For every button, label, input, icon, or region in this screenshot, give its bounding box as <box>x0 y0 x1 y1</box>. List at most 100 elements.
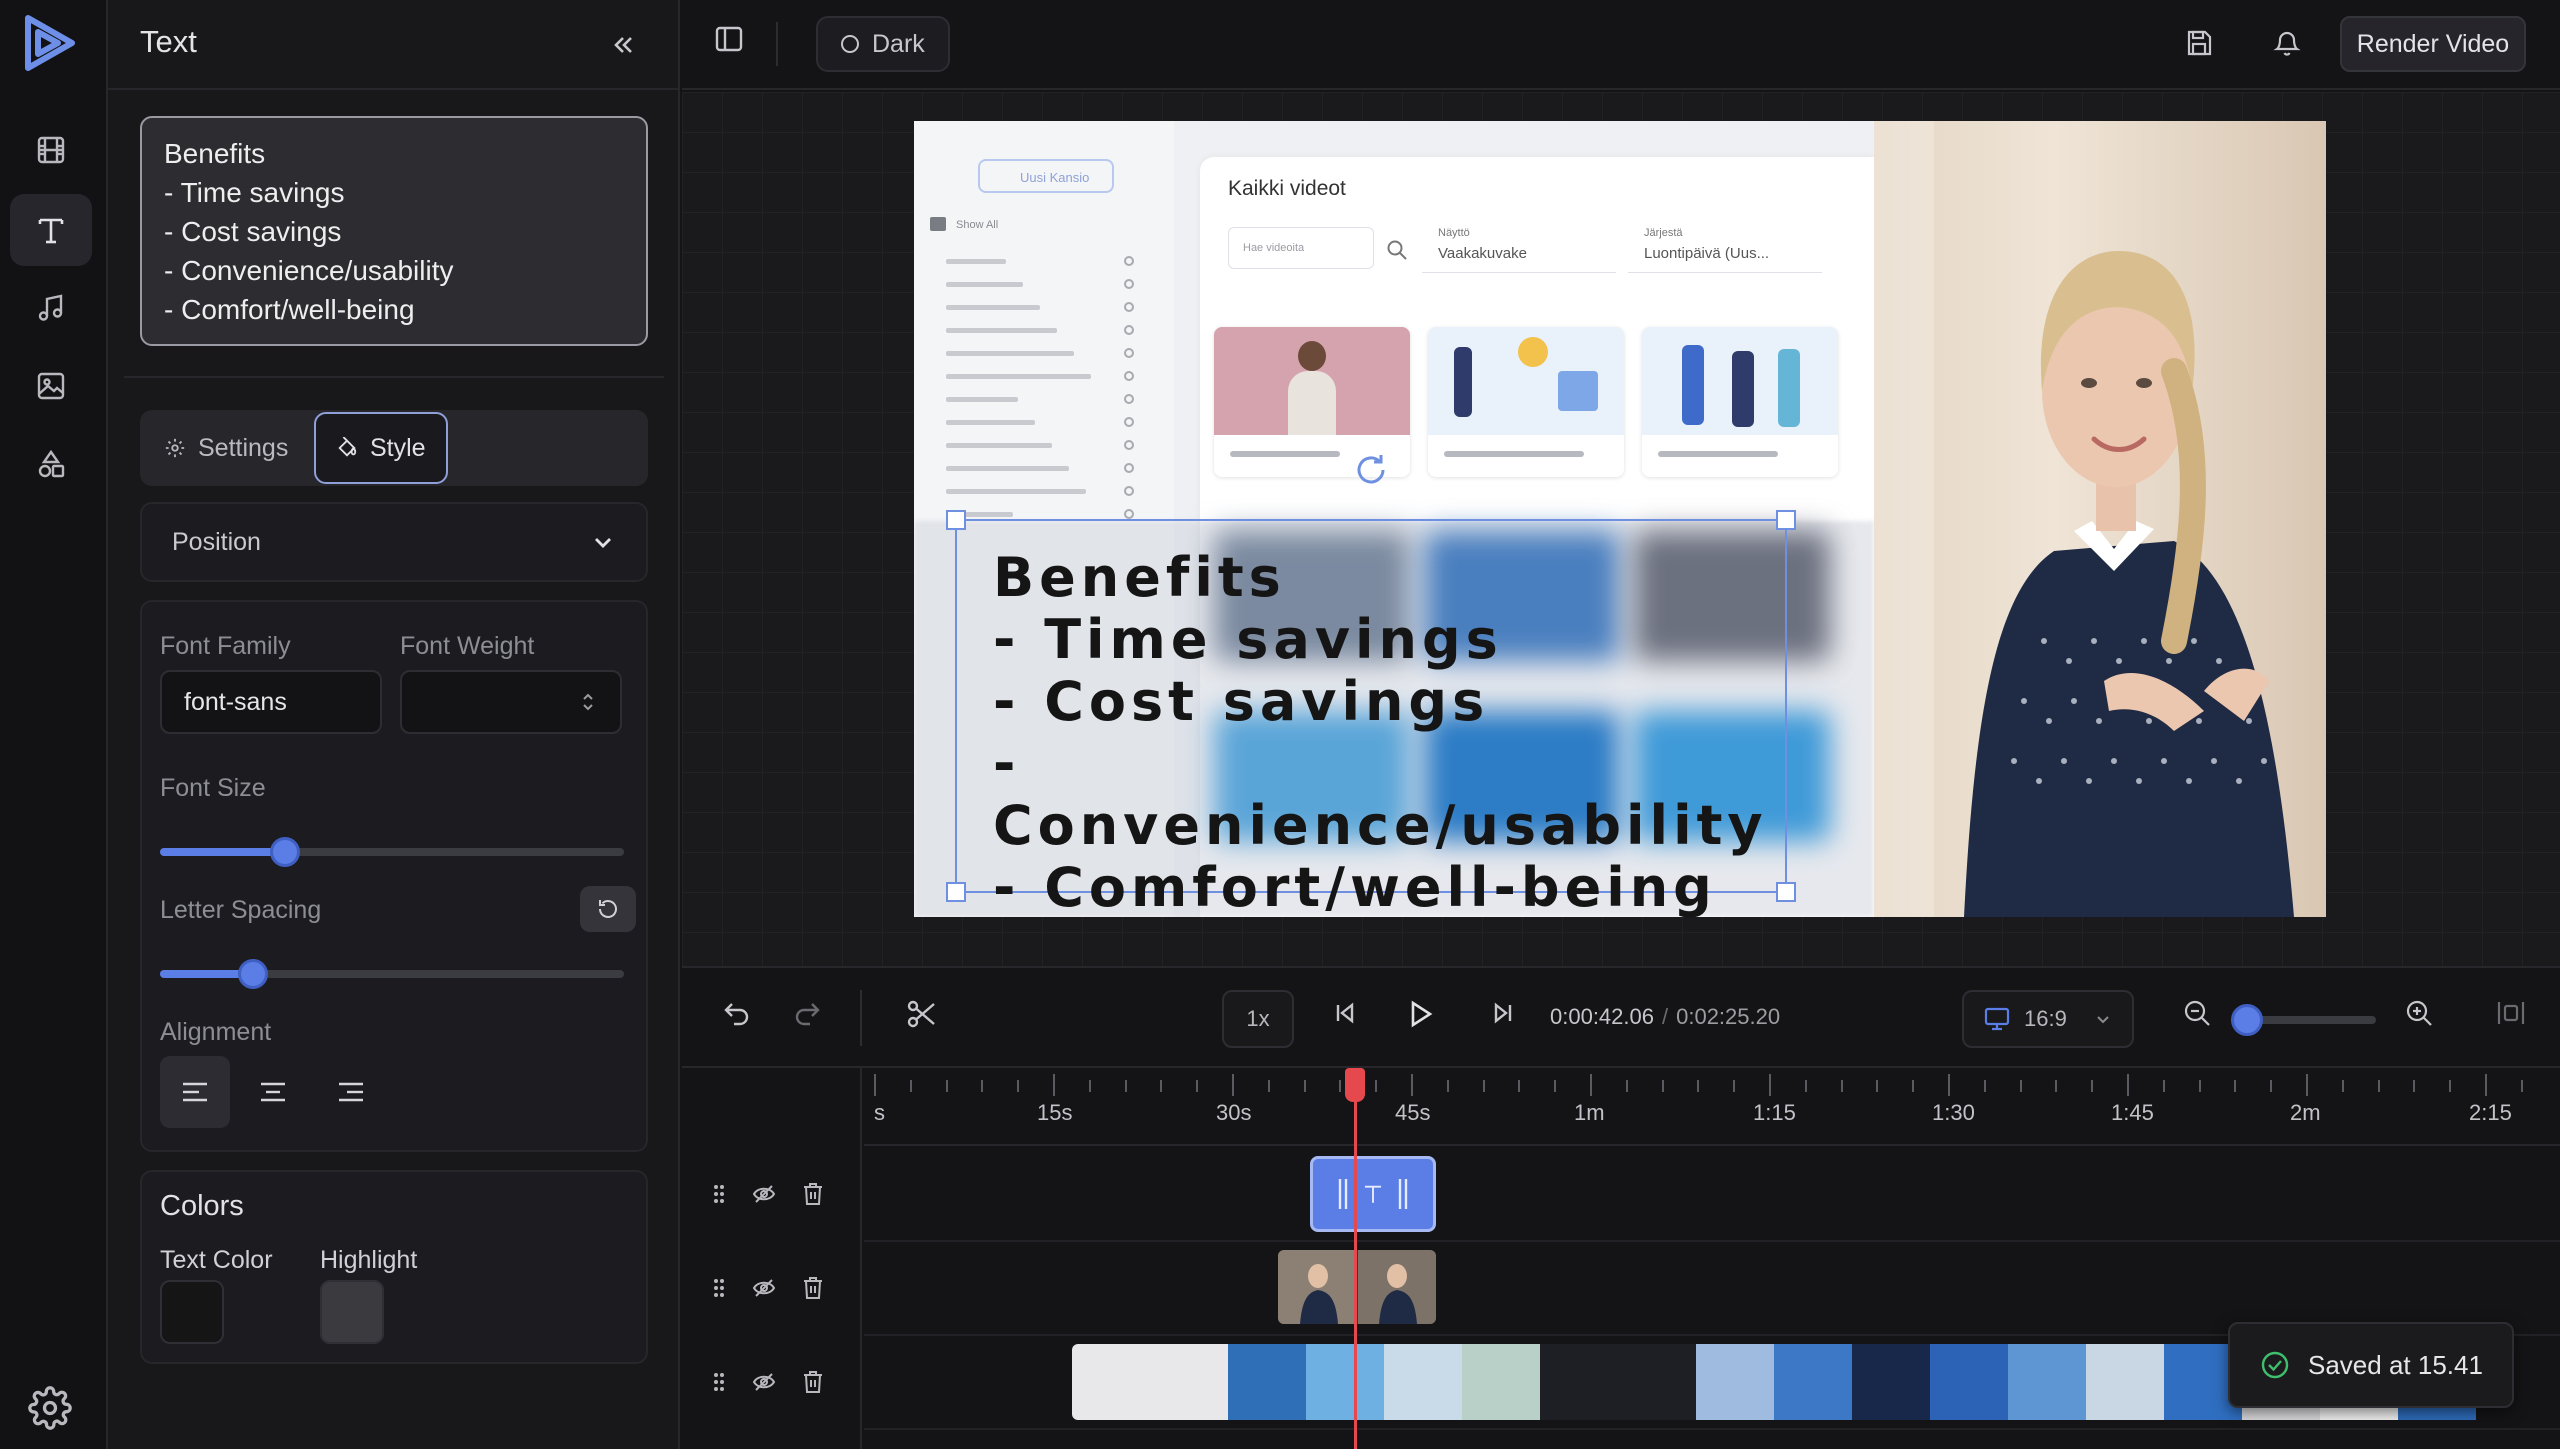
aspect-ratio-select[interactable]: 16:9 <box>1962 990 2134 1048</box>
rotate-handle-icon[interactable] <box>1353 452 1389 488</box>
ruler-tick <box>1303 1080 1306 1092</box>
trim-handle-right-icon[interactable] <box>1398 1177 1408 1211</box>
align-center-button[interactable] <box>238 1056 308 1128</box>
recording-title: Kaikki videot <box>1228 177 1346 200</box>
drag-handle-icon[interactable] <box>712 1183 726 1205</box>
font-weight-select[interactable] <box>400 670 622 734</box>
theme-label: Dark <box>872 29 925 58</box>
rail-item-shapes[interactable] <box>10 428 92 500</box>
eye-icon <box>1124 486 1134 496</box>
font-family-label: Font Family <box>160 632 291 660</box>
track-controls-text <box>712 1182 824 1206</box>
divider <box>124 376 664 378</box>
track-controls <box>682 1068 862 1449</box>
reset-letter-spacing-button[interactable] <box>580 886 636 932</box>
text-clip[interactable] <box>1310 1156 1436 1232</box>
ruler-tick <box>1017 1080 1020 1092</box>
resize-handle-bottom-right[interactable] <box>1776 882 1796 902</box>
play-triangle-logo-icon[interactable] <box>22 14 78 72</box>
video-clip[interactable] <box>1278 1250 1436 1324</box>
ruler-tick <box>1124 1080 1127 1092</box>
eye-off-icon[interactable] <box>752 1371 776 1393</box>
ruler-tick <box>2091 1080 2094 1092</box>
skip-back-icon[interactable] <box>1330 998 1360 1028</box>
divider <box>776 22 778 66</box>
letter-spacing-label: Letter Spacing <box>160 896 322 924</box>
rail-item-audio[interactable] <box>10 272 92 344</box>
skip-forward-icon[interactable] <box>1488 998 1518 1028</box>
theme-toggle-button[interactable]: Dark <box>816 16 950 72</box>
tab-settings[interactable]: Settings <box>144 412 308 484</box>
zoom-in-icon[interactable] <box>2404 998 2434 1028</box>
undo-icon[interactable] <box>722 998 752 1028</box>
colors-title: Colors <box>160 1190 244 1222</box>
playhead[interactable] <box>1354 1076 1357 1449</box>
eye-icon <box>1124 325 1134 335</box>
ruler-tick <box>1769 1074 1771 1096</box>
align-left-button[interactable] <box>160 1056 230 1128</box>
thumbnail-caption <box>1444 451 1584 457</box>
ruler-tick <box>1840 1080 1843 1092</box>
drag-handle-icon[interactable] <box>712 1277 726 1299</box>
zoom-out-icon[interactable] <box>2182 998 2212 1028</box>
font-size-slider[interactable] <box>160 837 624 867</box>
ruler-tick <box>1160 1080 1163 1092</box>
align-right-button[interactable] <box>316 1056 386 1128</box>
panel-header: Text <box>108 0 680 90</box>
ruler-tick <box>1232 1074 1234 1096</box>
ruler-tick <box>2377 1080 2380 1092</box>
save-icon[interactable] <box>2184 28 2214 58</box>
timeline-ruler[interactable]: s 15s 30s 45s 1m 1:15 1:30 1:45 2m 2:15 <box>864 1068 2560 1146</box>
letter-spacing-slider[interactable] <box>160 959 624 989</box>
text-icon <box>36 215 66 245</box>
eye-icon <box>1124 371 1134 381</box>
font-size-thumb[interactable] <box>270 837 300 867</box>
bell-icon[interactable] <box>2272 28 2302 58</box>
text-content-textarea[interactable]: Benefits - Time savings - Cost savings -… <box>140 116 648 346</box>
eye-icon <box>1124 463 1134 473</box>
font-family-input[interactable]: font-sans <box>160 670 382 734</box>
ruler-label: 2m <box>2290 1100 2321 1125</box>
trash-icon[interactable] <box>802 1276 824 1300</box>
play-icon[interactable] <box>1404 998 1436 1030</box>
saved-toast: Saved at 15.41 <box>2228 1322 2514 1408</box>
collapse-panel-button[interactable] <box>600 22 646 68</box>
ruler-tick <box>874 1074 876 1096</box>
resize-handle-top-right[interactable] <box>1776 510 1796 530</box>
rail-item-text[interactable] <box>10 194 92 266</box>
current-time: 0:00:42.06 <box>1550 1004 1654 1029</box>
playback-speed-button[interactable]: 1x <box>1222 990 1294 1048</box>
resize-handle-bottom-left[interactable] <box>946 882 966 902</box>
resize-handle-top-left[interactable] <box>946 510 966 530</box>
toggle-sidebar-button[interactable] <box>714 24 744 54</box>
zoom-slider[interactable] <box>2244 1016 2376 1024</box>
letter-spacing-thumb[interactable] <box>238 959 268 989</box>
eye-off-icon[interactable] <box>752 1183 776 1205</box>
text-color-swatch[interactable] <box>160 1280 224 1344</box>
icon-rail <box>0 0 108 1449</box>
playhead-handle[interactable] <box>1345 1068 1365 1102</box>
fit-timeline-icon[interactable] <box>2496 998 2526 1028</box>
rail-item-image[interactable] <box>10 350 92 422</box>
paint-bucket-icon <box>336 437 358 459</box>
text-layer-selection[interactable]: Benefits - Time savings - Cost savings -… <box>946 510 1796 919</box>
rail-item-video[interactable] <box>10 114 92 186</box>
thumbnail-caption <box>1230 451 1340 457</box>
highlight-label: Highlight <box>320 1246 418 1274</box>
drag-handle-icon[interactable] <box>712 1371 726 1393</box>
eye-off-icon[interactable] <box>752 1277 776 1299</box>
zoom-slider-thumb[interactable] <box>2231 1004 2263 1036</box>
gear-icon[interactable] <box>28 1386 72 1430</box>
highlight-color-swatch[interactable] <box>320 1280 384 1344</box>
trim-handle-left-icon[interactable] <box>1338 1177 1348 1211</box>
redo-icon[interactable] <box>792 998 822 1028</box>
trash-icon[interactable] <box>802 1370 824 1394</box>
scissors-icon[interactable] <box>906 998 938 1030</box>
ruler-tick <box>1625 1080 1628 1092</box>
ruler-tick <box>909 1080 912 1092</box>
eye-icon <box>1124 256 1134 266</box>
position-accordion[interactable]: Position <box>140 502 648 582</box>
tab-style[interactable]: Style <box>314 412 448 484</box>
render-video-button[interactable]: Render Video <box>2340 16 2526 72</box>
trash-icon[interactable] <box>802 1182 824 1206</box>
